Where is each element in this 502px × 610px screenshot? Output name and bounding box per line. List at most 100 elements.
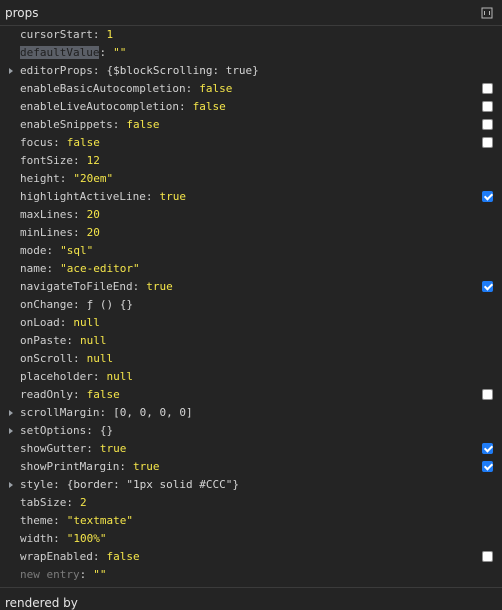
prop-row[interactable]: onPaste: null xyxy=(0,332,502,350)
prop-row[interactable]: cursorStart: 1 xyxy=(0,26,502,44)
prop-row[interactable]: editorProps: {$blockScrolling: true} xyxy=(0,62,502,80)
prop-value[interactable]: null xyxy=(73,316,100,329)
bool-toggle-checkbox[interactable] xyxy=(482,137,493,148)
prop-value[interactable]: true xyxy=(146,280,173,293)
expand-arrow-icon[interactable] xyxy=(8,422,16,440)
prop-row[interactable]: name: "ace-editor" xyxy=(0,260,502,278)
prop-key[interactable]: placeholder xyxy=(20,370,93,383)
prop-value[interactable]: null xyxy=(106,370,133,383)
prop-row[interactable]: scrollMargin: [0, 0, 0, 0] xyxy=(0,404,502,422)
prop-row[interactable]: onScroll: null xyxy=(0,350,502,368)
view-source-icon[interactable] xyxy=(481,7,493,19)
prop-value[interactable]: false xyxy=(67,136,100,149)
prop-row[interactable]: showGutter: true xyxy=(0,440,502,458)
bool-toggle-checkbox[interactable] xyxy=(482,191,493,202)
prop-value[interactable]: "textmate" xyxy=(67,514,133,527)
prop-key[interactable]: wrapEnabled xyxy=(20,550,93,563)
prop-row[interactable]: defaultValue: "" xyxy=(0,44,502,62)
prop-key[interactable]: onLoad xyxy=(20,316,60,329)
prop-row[interactable]: onLoad: null xyxy=(0,314,502,332)
prop-row[interactable]: minLines: 20 xyxy=(0,224,502,242)
bool-toggle-checkbox[interactable] xyxy=(482,119,493,130)
prop-row[interactable]: theme: "textmate" xyxy=(0,512,502,530)
prop-value[interactable]: 1 xyxy=(106,28,113,41)
prop-key[interactable]: maxLines xyxy=(20,208,73,221)
prop-key[interactable]: tabSize xyxy=(20,496,66,509)
prop-value[interactable]: 20 xyxy=(87,208,100,221)
prop-value[interactable]: "20em" xyxy=(73,172,113,185)
prop-key[interactable]: name xyxy=(20,262,47,275)
prop-value[interactable]: 20 xyxy=(87,226,100,239)
prop-row[interactable]: tabSize: 2 xyxy=(0,494,502,512)
prop-row[interactable]: enableSnippets: false xyxy=(0,116,502,134)
prop-row[interactable]: wrapEnabled: false xyxy=(0,548,502,566)
prop-row[interactable]: showPrintMargin: true xyxy=(0,458,502,476)
prop-row[interactable]: height: "20em" xyxy=(0,170,502,188)
prop-key[interactable]: onChange xyxy=(20,298,73,311)
prop-value[interactable]: false xyxy=(106,550,139,563)
prop-row[interactable]: width: "100%" xyxy=(0,530,502,548)
prop-value[interactable]: true xyxy=(159,190,186,203)
prop-value[interactable]: false xyxy=(199,82,232,95)
prop-key[interactable]: fontSize xyxy=(20,154,73,167)
prop-key[interactable]: defaultValue xyxy=(20,46,100,59)
prop-key[interactable]: height xyxy=(20,172,60,185)
prop-value[interactable]: "" xyxy=(93,568,106,581)
prop-key[interactable]: enableBasicAutocompletion xyxy=(20,82,186,95)
prop-value[interactable]: "sql" xyxy=(60,244,93,257)
prop-value[interactable]: true xyxy=(100,442,127,455)
prop-key[interactable]: showGutter xyxy=(20,442,86,455)
prop-value[interactable]: true xyxy=(133,460,160,473)
prop-row[interactable]: readOnly: false xyxy=(0,386,502,404)
expand-arrow-icon[interactable] xyxy=(8,404,16,422)
prop-value[interactable]: {$blockScrolling: true} xyxy=(106,64,258,77)
prop-row[interactable]: new entry: "" xyxy=(0,566,502,584)
bool-toggle-checkbox[interactable] xyxy=(482,281,493,292)
prop-row[interactable]: maxLines: 20 xyxy=(0,206,502,224)
prop-key[interactable]: minLines xyxy=(20,226,73,239)
prop-value[interactable]: false xyxy=(193,100,226,113)
prop-row[interactable]: placeholder: null xyxy=(0,368,502,386)
prop-row[interactable]: fontSize: 12 xyxy=(0,152,502,170)
bool-toggle-checkbox[interactable] xyxy=(482,83,493,94)
new-entry-key[interactable]: new entry xyxy=(20,568,80,581)
prop-value[interactable]: false xyxy=(126,118,159,131)
prop-key[interactable]: mode xyxy=(20,244,47,257)
prop-key[interactable]: setOptions xyxy=(20,424,86,437)
prop-key[interactable]: highlightActiveLine xyxy=(20,190,146,203)
prop-key[interactable]: readOnly xyxy=(20,388,73,401)
prop-key[interactable]: enableLiveAutocompletion xyxy=(20,100,179,113)
prop-value[interactable]: "" xyxy=(113,46,126,59)
prop-key[interactable]: editorProps xyxy=(20,64,93,77)
prop-value[interactable]: ƒ () {} xyxy=(87,298,133,311)
prop-key[interactable]: width xyxy=(20,532,53,545)
prop-row[interactable]: focus: false xyxy=(0,134,502,152)
prop-key[interactable]: style xyxy=(20,478,53,491)
prop-row[interactable]: enableBasicAutocompletion: false xyxy=(0,80,502,98)
prop-key[interactable]: navigateToFileEnd xyxy=(20,280,133,293)
prop-value[interactable]: false xyxy=(87,388,120,401)
prop-value[interactable]: null xyxy=(87,352,114,365)
prop-row[interactable]: style: {border: "1px solid #CCC"} xyxy=(0,476,502,494)
prop-row[interactable]: mode: "sql" xyxy=(0,242,502,260)
expand-arrow-icon[interactable] xyxy=(8,476,16,494)
bool-toggle-checkbox[interactable] xyxy=(482,101,493,112)
prop-value[interactable]: "ace-editor" xyxy=(60,262,139,275)
prop-row[interactable]: enableLiveAutocompletion: false xyxy=(0,98,502,116)
bool-toggle-checkbox[interactable] xyxy=(482,443,493,454)
prop-key[interactable]: cursorStart xyxy=(20,28,93,41)
prop-row[interactable]: setOptions: {} xyxy=(0,422,502,440)
prop-value[interactable]: {} xyxy=(100,424,113,437)
prop-key[interactable]: theme xyxy=(20,514,53,527)
bool-toggle-checkbox[interactable] xyxy=(482,551,493,562)
prop-key[interactable]: enableSnippets xyxy=(20,118,113,131)
prop-value[interactable]: 2 xyxy=(80,496,87,509)
prop-value[interactable]: [0, 0, 0, 0] xyxy=(113,406,192,419)
prop-row[interactable]: highlightActiveLine: true xyxy=(0,188,502,206)
prop-value[interactable]: {border: "1px solid #CCC"} xyxy=(67,478,239,491)
prop-key[interactable]: onScroll xyxy=(20,352,73,365)
expand-arrow-icon[interactable] xyxy=(8,62,16,80)
prop-value[interactable]: "100%" xyxy=(67,532,107,545)
prop-key[interactable]: showPrintMargin xyxy=(20,460,119,473)
prop-row[interactable]: onChange: ƒ () {} xyxy=(0,296,502,314)
